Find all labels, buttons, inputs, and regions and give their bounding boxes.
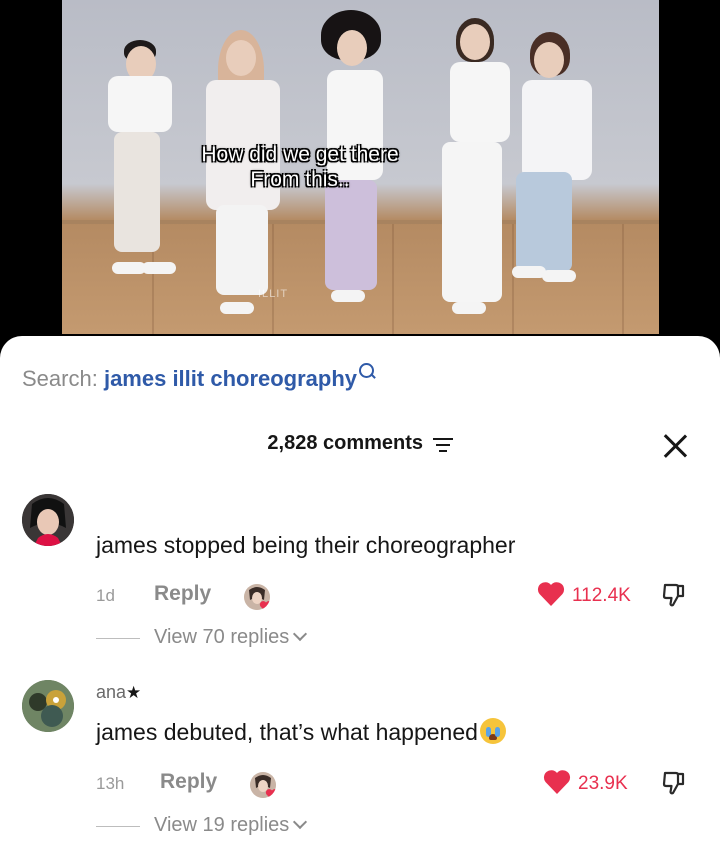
dislike-icon[interactable] <box>662 582 686 608</box>
view-replies-label: View 19 replies <box>154 814 290 836</box>
comment-time: 13h <box>96 774 125 793</box>
comment-text-content: james debuted, that’s what happened <box>96 719 478 745</box>
replies-divider <box>96 638 140 639</box>
video-watermark: ILLIT <box>258 288 289 300</box>
avatar[interactable] <box>22 494 74 546</box>
comment-time: 1d <box>96 586 115 605</box>
reply-button[interactable]: Reply <box>160 770 217 794</box>
like-count: 23.9K <box>578 773 628 794</box>
reply-button[interactable]: Reply <box>154 582 211 606</box>
search-label: Search: <box>22 366 98 391</box>
search-suggestion[interactable]: Search: james illit choreography <box>22 363 375 392</box>
filter-icon[interactable] <box>432 437 453 452</box>
comments-sheet: Search: james illit choreography 2,828 c… <box>0 336 720 850</box>
replies-divider <box>96 826 140 827</box>
creator-liked-avatar <box>244 584 270 610</box>
view-replies-label: View 70 replies <box>154 626 290 648</box>
chevron-down-icon <box>293 814 308 830</box>
close-icon[interactable] <box>662 433 688 459</box>
view-replies-button[interactable]: View 19 replies <box>154 814 308 837</box>
comment-text: james stopped being their choreographer <box>96 532 516 558</box>
search-icon <box>359 363 375 378</box>
view-replies-button[interactable]: View 70 replies <box>154 626 308 649</box>
dislike-icon[interactable] <box>662 770 686 796</box>
comments-count-header: 2,828 comments <box>0 432 720 455</box>
like-heart-icon[interactable] <box>536 580 566 608</box>
video-caption: How did we get there From this.. <box>175 142 425 192</box>
comment-text: james debuted, that’s what happened <box>96 718 506 746</box>
like-count: 112.4K <box>572 585 631 606</box>
star-icon: ★ <box>126 683 142 702</box>
like-heart-icon[interactable] <box>542 768 572 796</box>
username-text: ana <box>96 682 127 702</box>
avatar[interactable] <box>22 680 74 732</box>
caption-line-2: From this.. <box>250 168 350 191</box>
comment-username[interactable]: ana★ <box>96 682 141 703</box>
video-player[interactable]: How did we get there From this.. ILLIT <box>0 0 720 340</box>
creator-liked-avatar <box>250 772 276 798</box>
chevron-down-icon <box>293 626 308 642</box>
crying-emoji-icon <box>479 718 506 744</box>
caption-line-1: How did we get there <box>201 143 399 166</box>
comments-count: 2,828 comments <box>267 432 424 454</box>
search-query[interactable]: james illit choreography <box>104 366 357 391</box>
